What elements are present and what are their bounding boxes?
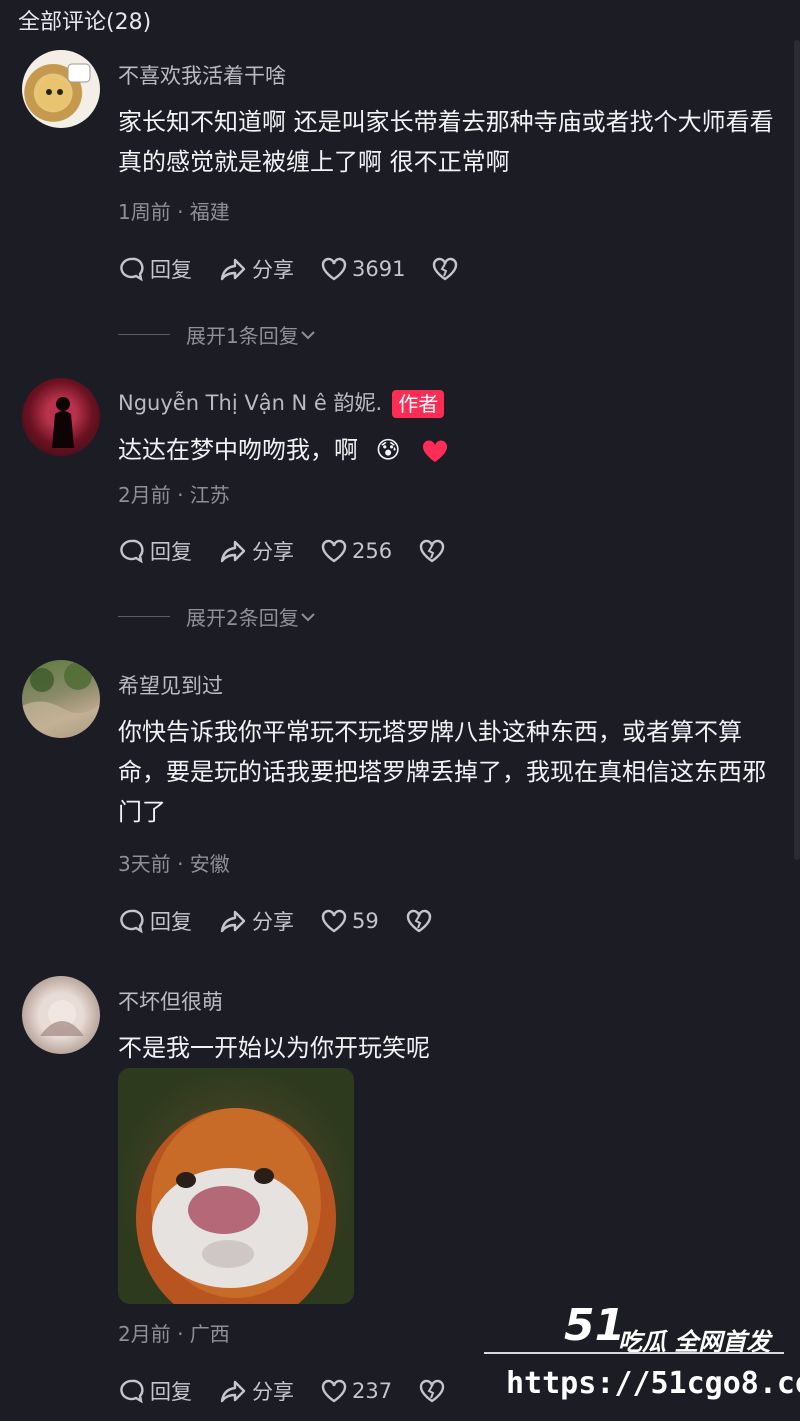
share-icon	[220, 1380, 246, 1403]
watermark-divider	[484, 1352, 784, 1354]
reply-icon	[120, 539, 144, 564]
divider	[118, 334, 170, 335]
reply-label: 回复	[150, 1380, 192, 1404]
reply-label: 回复	[150, 258, 192, 282]
dislike-button[interactable]	[418, 1377, 450, 1405]
share-icon	[220, 540, 246, 563]
reply-label: 回复	[150, 910, 192, 934]
dislike-button[interactable]	[431, 255, 463, 283]
like-button[interactable]: 237	[320, 1377, 392, 1405]
watermark: 51 吃瓜 全网首发 https://51cgo8.com	[484, 1300, 800, 1410]
username[interactable]: 希望见到过	[118, 670, 223, 700]
dislike-button[interactable]	[418, 537, 450, 565]
like-button[interactable]: 3691	[320, 255, 405, 283]
share-icon	[220, 910, 246, 933]
like-count: 59	[352, 909, 379, 933]
avatar[interactable]	[22, 976, 100, 1054]
username-text: Nguyễn Thị Vận N ê 韵妮.	[118, 391, 383, 415]
chevron-down-icon	[301, 330, 315, 339]
comment-meta: 1周前 · 福建	[118, 200, 230, 224]
like-button[interactable]: 256	[320, 537, 392, 565]
comment-meta: 2月前 · 广西	[118, 1322, 230, 1346]
comment-text: 你快告诉我你平常玩不玩塔罗牌八卦这种东西，或者算不算命，要是玩的话我要把塔罗牌丢…	[118, 718, 766, 826]
comment-text-content: 达达在梦中吻吻我，啊	[118, 436, 358, 464]
sticker-image[interactable]	[118, 1068, 354, 1304]
comment-text: 家长知不知道啊 还是叫家长带着去那种寺庙或者找个大师看看 真的感觉就是被缠上了啊…	[118, 108, 774, 176]
share-button[interactable]: 分享	[218, 536, 294, 566]
comment-meta: 3天前 · 安徽	[118, 852, 230, 876]
like-count: 237	[352, 1379, 393, 1403]
comment-actions: 回复 分享 59	[118, 906, 463, 936]
reply-button[interactable]: 回复	[118, 536, 192, 566]
share-label: 分享	[252, 540, 294, 564]
watermark-url: https://51cgo8.com	[506, 1366, 800, 1401]
username[interactable]: 不坏但很萌	[118, 986, 223, 1016]
dislike-button[interactable]	[405, 907, 437, 935]
reply-icon	[120, 257, 144, 282]
share-label: 分享	[252, 910, 294, 934]
share-button[interactable]: 分享	[218, 1376, 294, 1406]
share-label: 分享	[252, 258, 294, 282]
comment-text: 达达在梦中吻吻我，啊 😰	[118, 430, 778, 470]
broken-heart-icon	[433, 257, 458, 281]
comment-text: 不是我一开始以为你开玩笑呢	[118, 1034, 430, 1062]
red-heart-icon	[423, 440, 448, 462]
crying-emoji: 😰	[375, 436, 401, 464]
heart-icon	[321, 909, 347, 933]
expand-replies[interactable]: 展开1条回复	[118, 320, 317, 349]
avatar[interactable]	[22, 660, 100, 738]
divider	[118, 616, 170, 617]
like-count: 3691	[352, 257, 406, 281]
like-button[interactable]: 59	[320, 907, 379, 935]
share-icon	[220, 258, 246, 281]
share-button[interactable]: 分享	[218, 906, 294, 936]
share-button[interactable]: 分享	[218, 254, 294, 284]
scrollbar[interactable]	[794, 40, 800, 860]
avatar[interactable]	[22, 50, 100, 128]
heart-icon	[321, 257, 347, 281]
heart-icon	[321, 1379, 347, 1403]
heart-icon	[321, 539, 347, 563]
author-badge: 作者	[392, 390, 445, 418]
expand-replies[interactable]: 展开2条回复	[118, 602, 317, 631]
comment-meta: 2月前 · 江苏	[118, 483, 230, 507]
chevron-down-icon	[301, 612, 315, 621]
comment-actions: 回复 分享 256	[118, 536, 476, 566]
broken-heart-icon	[406, 909, 431, 933]
watermark-logo: 51	[564, 1300, 626, 1351]
reply-label: 回复	[150, 540, 192, 564]
reply-button[interactable]: 回复	[118, 254, 192, 284]
username[interactable]: 不喜欢我活着干啥	[118, 60, 286, 90]
reply-button[interactable]: 回复	[118, 1376, 192, 1406]
reply-icon	[120, 909, 144, 934]
like-count: 256	[352, 539, 393, 563]
avatar[interactable]	[22, 378, 100, 456]
comment-actions: 回复 分享 3691	[118, 254, 489, 284]
expand-label: 展开2条回复	[186, 606, 299, 630]
reply-button[interactable]: 回复	[118, 906, 192, 936]
comments-header: 全部评论(28)	[18, 10, 152, 35]
username[interactable]: Nguyễn Thị Vận N ê 韵妮. 作者	[118, 387, 445, 418]
share-label: 分享	[252, 1380, 294, 1404]
comment-actions: 回复 分享 237	[118, 1376, 476, 1406]
expand-label: 展开1条回复	[186, 324, 299, 348]
reply-icon	[120, 1379, 144, 1404]
broken-heart-icon	[419, 1379, 445, 1403]
broken-heart-icon	[419, 539, 445, 563]
